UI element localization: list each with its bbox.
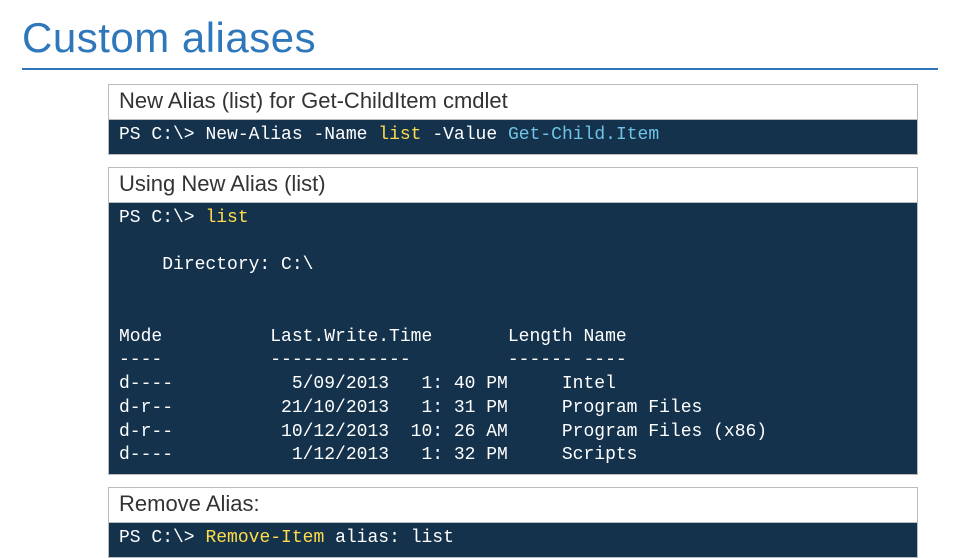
code-block-1: PS C:\> New-Alias -Name list -Value Get-…: [108, 120, 918, 155]
code-text: New-Alias -Name: [205, 125, 367, 145]
code-block-2: PS C:\> list Directory: C:\ Mode Last.Wr…: [108, 203, 918, 475]
code-text: ---- ------------- ------ ----: [119, 350, 627, 370]
code-text: d---- 1/12/2013 1: 32 PM Scripts: [119, 445, 637, 465]
code-text: PS C:\>: [119, 125, 195, 145]
code-text: Mode Last.Write.Time Length Name: [119, 327, 627, 347]
code-text: Get-Child.Item: [508, 125, 659, 145]
section-label-3: Remove Alias:: [108, 487, 918, 523]
code-text: d---- 5/09/2013 1: 40 PM Intel: [119, 374, 616, 394]
code-text: -Value: [432, 125, 497, 145]
code-text: list: [205, 208, 248, 228]
code-text: alias: list: [335, 528, 454, 548]
code-text: d-r-- 10/12/2013 10: 26 AM Program Files…: [119, 422, 767, 442]
code-text: PS C:\>: [119, 208, 195, 228]
code-text: Directory: C:\: [162, 255, 313, 275]
code-block-3: PS C:\> Remove-Item alias: list: [108, 523, 918, 558]
section-label-2: Using New Alias (list): [108, 167, 918, 203]
section-label-1: New Alias (list) for Get-ChildItem cmdle…: [108, 84, 918, 120]
code-text: Remove-Item: [205, 528, 324, 548]
code-text: list: [378, 125, 421, 145]
code-text: PS C:\>: [119, 528, 195, 548]
title-rule: [22, 68, 938, 70]
page-title: Custom aliases: [0, 0, 960, 62]
code-text: d-r-- 21/10/2013 1: 31 PM Program Files: [119, 398, 702, 418]
content-area: New Alias (list) for Get-ChildItem cmdle…: [108, 84, 918, 558]
